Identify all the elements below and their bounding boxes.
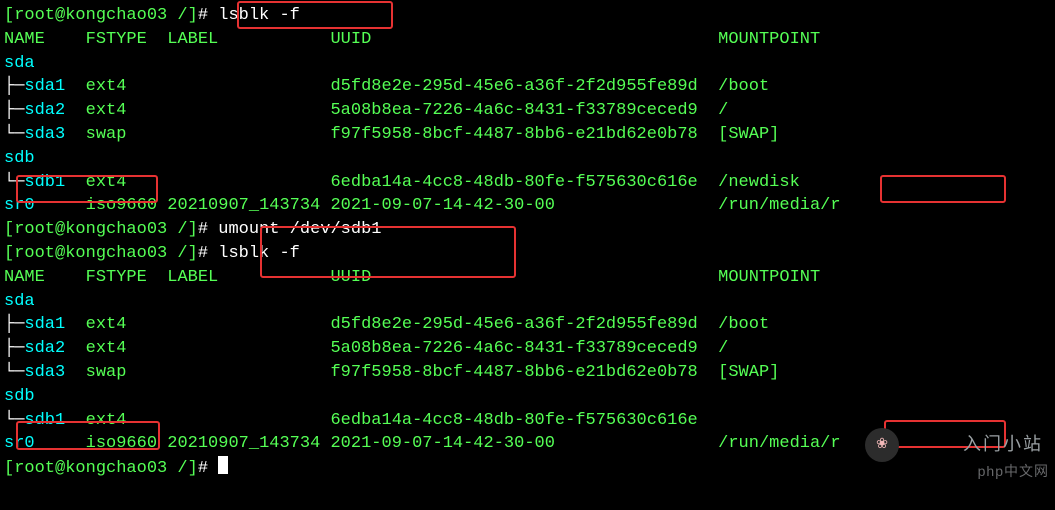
col-fstype: FSTYPE: [86, 30, 147, 49]
cmd-umount: umount /dev/sdb1: [218, 220, 381, 239]
table-row: └─sda3 swap f97f5958-8bcf-4487-8bb6-e21b…: [4, 123, 1051, 147]
prompt-line[interactable]: [root@kongchao03 /]# lsblk -f: [4, 4, 1051, 28]
table-header: NAME FSTYPE LABEL UUID MOUNTPOINT: [4, 28, 1051, 52]
col-uuid: UUID: [330, 30, 371, 49]
table-row: ├─sda1 ext4 d5fd8e2e-295d-45e6-a36f-2f2d…: [4, 75, 1051, 99]
prompt-line-active[interactable]: [root@kongchao03 /]#: [4, 456, 1051, 481]
wechat-icon: ❀: [865, 428, 899, 462]
watermark-dev: php中文网: [978, 462, 1049, 482]
watermark-site: 入门小站: [963, 432, 1043, 457]
table-row: ├─sda2 ext4 5a08b8ea-7226-4a6c-8431-f337…: [4, 337, 1051, 361]
prompt-host: [root@kongchao03 /]: [4, 6, 198, 25]
cmd-lsblk-1: lsblk -f: [218, 6, 300, 25]
mount-newdisk: /newdisk: [718, 173, 800, 192]
col-label: LABEL: [167, 30, 218, 49]
table-row: └─sdb1 ext4 6edba14a-4cc8-48db-80fe-f575…: [4, 409, 1051, 433]
table-row: └─sdb1 ext4 6edba14a-4cc8-48db-80fe-f575…: [4, 171, 1051, 195]
table-row: sdb: [4, 385, 1051, 409]
prompt-char: #: [198, 6, 218, 25]
table-header: NAME FSTYPE LABEL UUID MOUNTPOINT: [4, 266, 1051, 290]
prompt-line[interactable]: [root@kongchao03 /]# lsblk -f: [4, 242, 1051, 266]
col-name: NAME: [4, 30, 45, 49]
table-row: sda: [4, 52, 1051, 76]
table-row: sdb: [4, 147, 1051, 171]
table-row: └─sda3 swap f97f5958-8bcf-4487-8bb6-e21b…: [4, 361, 1051, 385]
table-row: sda: [4, 290, 1051, 314]
prompt-line[interactable]: [root@kongchao03 /]# umount /dev/sdb1: [4, 218, 1051, 242]
table-row: ├─sda2 ext4 5a08b8ea-7226-4a6c-8431-f337…: [4, 99, 1051, 123]
table-row: ├─sda1 ext4 d5fd8e2e-295d-45e6-a36f-2f2d…: [4, 313, 1051, 337]
col-mount: MOUNTPOINT: [718, 30, 820, 49]
cursor-block: [218, 456, 228, 474]
table-row: sr0 iso9660 20210907_143734 2021-09-07-1…: [4, 194, 1051, 218]
cmd-lsblk-2: lsblk -f: [218, 244, 300, 263]
